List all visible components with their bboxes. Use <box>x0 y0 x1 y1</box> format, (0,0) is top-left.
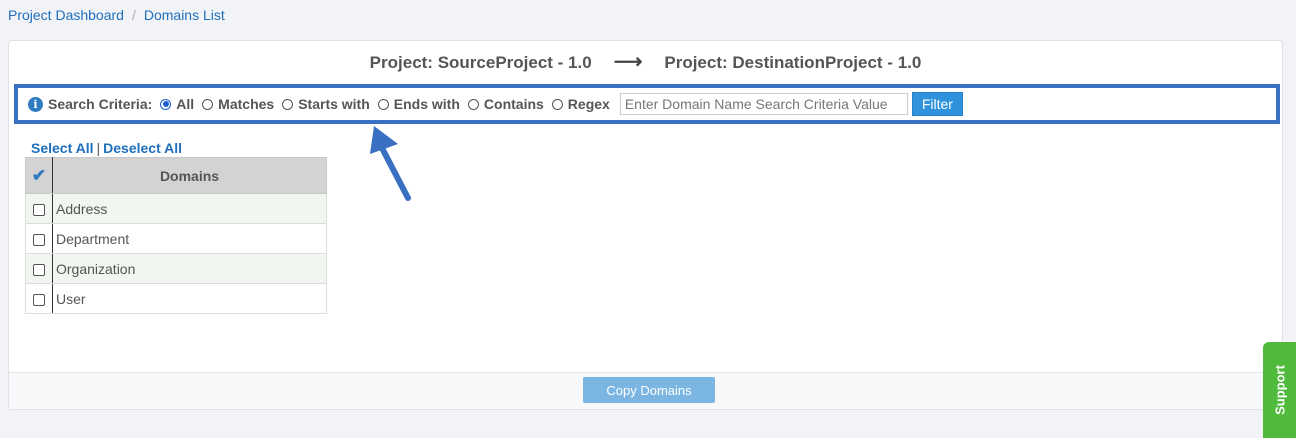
row-checkbox[interactable] <box>33 233 45 246</box>
radio-regex-label[interactable]: Regex <box>568 96 610 112</box>
copy-domains-button[interactable]: Copy Domains <box>583 377 715 403</box>
selection-links: Select All | Deselect All <box>31 140 182 156</box>
row-checkbox[interactable] <box>33 293 45 306</box>
checkmark-icon[interactable]: ✔ <box>32 166 46 185</box>
panel-footer: Copy Domains <box>9 372 1282 409</box>
filter-button[interactable]: Filter <box>911 92 963 116</box>
domain-name: Address <box>52 193 327 224</box>
row-checkbox-cell <box>25 283 53 314</box>
domains-table: ✔ Domains Address Department Organizatio… <box>25 157 327 314</box>
domain-name: User <box>52 283 327 314</box>
table-row: User <box>25 283 327 314</box>
row-checkbox-cell <box>25 193 53 224</box>
destination-project-title: Project: DestinationProject - 1.0 <box>664 53 922 72</box>
select-column-header[interactable]: ✔ <box>25 157 53 194</box>
domain-search-input[interactable] <box>619 93 908 115</box>
search-criteria-bar: i Search Criteria: All Matches Starts wi… <box>14 84 1280 124</box>
breadcrumb-project-dashboard[interactable]: Project Dashboard <box>8 7 124 23</box>
radio-all-label[interactable]: All <box>176 96 194 112</box>
radio-regex[interactable] <box>551 98 563 110</box>
domains-column-header: Domains <box>52 157 327 194</box>
breadcrumb-domains-list[interactable]: Domains List <box>144 7 225 23</box>
info-icon: i <box>28 96 43 112</box>
project-header: Project: SourceProject - 1.0 ⟶ Project: De… <box>9 49 1282 74</box>
radio-ends-with[interactable] <box>377 98 389 110</box>
radio-starts-with[interactable] <box>282 98 294 110</box>
radio-ends-with-label[interactable]: Ends with <box>394 96 460 112</box>
radio-starts-with-label[interactable]: Starts with <box>298 96 370 112</box>
row-checkbox-cell <box>25 253 53 284</box>
radio-all[interactable] <box>160 98 172 110</box>
support-label[interactable]: Support <box>1272 365 1287 415</box>
main-panel: Project: SourceProject - 1.0 ⟶ Project: De… <box>8 40 1283 410</box>
table-header-row: ✔ Domains <box>25 157 327 194</box>
row-checkbox[interactable] <box>33 203 45 216</box>
table-row: Organization <box>25 253 327 284</box>
row-checkbox-cell <box>25 223 53 254</box>
deselect-all-link[interactable]: Deselect All <box>103 140 182 156</box>
source-project-title: Project: SourceProject - 1.0 <box>369 53 592 72</box>
radio-matches-label[interactable]: Matches <box>218 96 274 112</box>
breadcrumb-separator: / <box>131 7 136 23</box>
domain-name: Organization <box>52 253 327 284</box>
annotation-arrow-icon <box>370 126 411 201</box>
radio-contains-label[interactable]: Contains <box>484 96 544 112</box>
search-criteria-label: Search Criteria: <box>48 96 153 112</box>
right-arrow-icon: ⟶ <box>613 51 643 73</box>
table-row: Department <box>25 223 327 254</box>
breadcrumb: Project Dashboard / Domains List <box>8 7 225 23</box>
support-tab[interactable]: Support <box>1263 342 1296 438</box>
selection-separator: | <box>96 140 101 156</box>
radio-matches[interactable] <box>202 98 214 110</box>
radio-contains[interactable] <box>467 98 479 110</box>
select-all-link[interactable]: Select All <box>31 140 94 156</box>
table-row: Address <box>25 193 327 224</box>
domain-name: Department <box>52 223 327 254</box>
row-checkbox[interactable] <box>33 263 45 276</box>
